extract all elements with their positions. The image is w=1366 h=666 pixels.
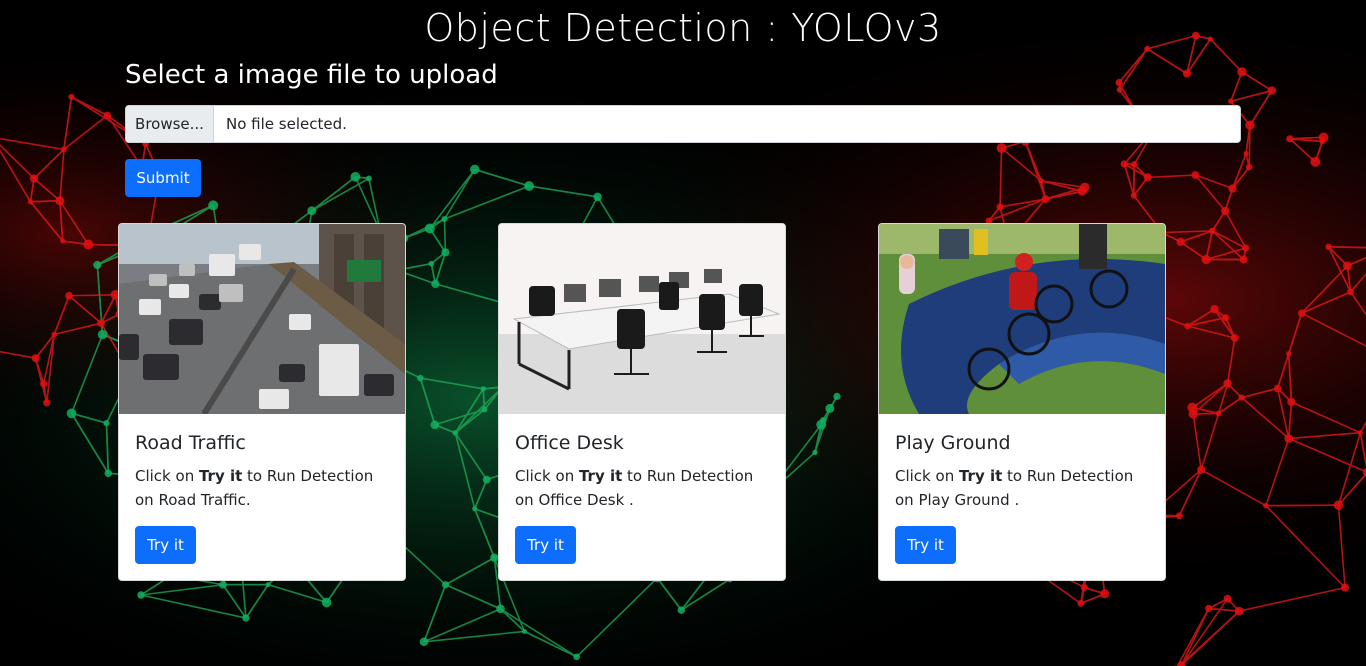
card-title: Play Ground — [895, 432, 1011, 454]
submit-button[interactable]: Submit — [125, 159, 201, 197]
office-desk-photo — [499, 224, 785, 414]
try-it-button[interactable]: Try it — [895, 526, 956, 564]
road-traffic-photo — [119, 224, 405, 414]
try-it-button[interactable]: Try it — [135, 526, 196, 564]
card-text: Click on Try it to Run Detection on Play… — [895, 467, 1134, 509]
card-title: Road Traffic — [135, 432, 246, 454]
card-play-ground: Play Ground Click on Try it to Run Detec… — [878, 223, 1166, 581]
try-it-button[interactable]: Try it — [515, 526, 576, 564]
card-text: Click on Try it to Run Detection on Road… — [135, 467, 374, 509]
upload-heading: Select a image file to upload — [125, 60, 498, 90]
playground-photo — [879, 224, 1165, 414]
file-status-text: No file selected. — [226, 115, 347, 133]
card-title: Office Desk — [515, 432, 624, 454]
browse-button[interactable]: Browse... — [126, 106, 214, 142]
card-text: Click on Try it to Run Detection on Offi… — [515, 467, 754, 509]
file-input[interactable]: Browse... No file selected. — [125, 105, 1241, 143]
page-title: Object Detection : YOLOv3 — [424, 6, 942, 50]
card-office-desk: Office Desk Click on Try it to Run Detec… — [498, 223, 786, 581]
card-road-traffic: Road Traffic Click on Try it to Run Dete… — [118, 223, 406, 581]
